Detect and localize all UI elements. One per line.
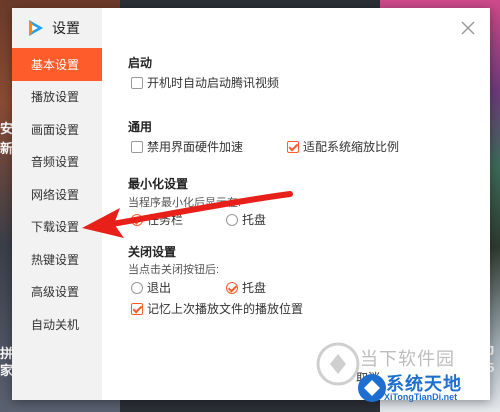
close-exit-label: 退出 xyxy=(147,281,172,295)
nav-item-auto-shutdown[interactable]: 自动关机 xyxy=(12,308,102,341)
minimize-taskbar-radio-row[interactable]: 任务栏 xyxy=(131,211,183,228)
scale-checkbox[interactable] xyxy=(287,140,299,153)
section-title-close: 关闭设置 xyxy=(128,245,177,259)
hw-accel-checkbox-row[interactable]: 禁用界面硬件加速 xyxy=(131,138,243,155)
nav-item-playback[interactable]: 播放设置 xyxy=(12,81,102,114)
scale-checkbox-row[interactable]: 适配系统缩放比例 xyxy=(287,138,399,155)
remember-position-label: 记忆上次播放文件的播放位置 xyxy=(147,302,304,316)
dialog-title-bar: 设置 xyxy=(26,16,80,40)
close-exit-radio-row[interactable]: 退出 xyxy=(131,279,171,296)
minimize-tray-radio-row[interactable]: 托盘 xyxy=(226,211,266,228)
autostart-label: 开机时自动启动腾讯视频 xyxy=(147,76,280,90)
remember-position-checkbox[interactable] xyxy=(131,302,143,315)
nav-item-basic[interactable]: 基本设置 xyxy=(12,48,102,81)
autostart-checkbox[interactable] xyxy=(131,76,143,89)
nav-item-label: 高级设置 xyxy=(31,285,80,300)
close-exit-radio[interactable] xyxy=(131,281,143,294)
nav-item-audio[interactable]: 音频设置 xyxy=(12,146,102,179)
minimize-taskbar-radio[interactable] xyxy=(131,213,143,226)
nav-item-label: 网络设置 xyxy=(31,187,80,202)
hw-accel-checkbox[interactable] xyxy=(131,140,143,153)
scale-label: 适配系统缩放比例 xyxy=(303,140,400,154)
nav-item-label: 基本设置 xyxy=(31,57,80,72)
nav-item-label: 画面设置 xyxy=(31,122,80,137)
section-title-startup: 启动 xyxy=(128,56,153,70)
settings-sidebar: 设置 基本设置 播放设置 画面设置 音频设置 网络设置 下载设置 热键设置 高级… xyxy=(12,8,102,400)
minimize-taskbar-label: 任务栏 xyxy=(147,213,184,227)
section-title-minimize: 最小化设置 xyxy=(128,177,189,191)
nav-item-display[interactable]: 画面设置 xyxy=(12,113,102,146)
close-hint: 当点击关闭按钮后: xyxy=(128,264,220,276)
remember-position-checkbox-row[interactable]: 记忆上次播放文件的播放位置 xyxy=(131,300,303,317)
close-icon[interactable] xyxy=(460,20,476,36)
nav-item-label: 播放设置 xyxy=(31,90,80,105)
nav-item-label: 自动关机 xyxy=(31,317,80,332)
dialog-title: 设置 xyxy=(52,20,80,36)
nav-item-label: 音频设置 xyxy=(31,155,80,170)
close-tray-label: 托盘 xyxy=(242,281,267,295)
settings-nav: 基本设置 播放设置 画面设置 音频设置 网络设置 下载设置 热键设置 高级设置 … xyxy=(12,48,102,341)
nav-item-label: 下载设置 xyxy=(31,220,80,235)
watermark-url: XiTongTianDi.net xyxy=(384,392,458,402)
minimize-tray-label: 托盘 xyxy=(242,213,267,227)
hw-accel-label: 禁用界面硬件加速 xyxy=(147,140,244,154)
close-tray-radio-row[interactable]: 托盘 xyxy=(226,279,266,296)
nav-item-label: 热键设置 xyxy=(31,252,80,267)
section-title-general: 通用 xyxy=(128,120,153,134)
autostart-checkbox-row[interactable]: 开机时自动启动腾讯视频 xyxy=(131,74,279,91)
nav-item-network[interactable]: 网络设置 xyxy=(12,178,102,211)
watermark-text-top: 当下软件园 xyxy=(360,349,455,369)
minimize-tray-radio[interactable] xyxy=(226,213,238,226)
nav-item-hotkeys[interactable]: 热键设置 xyxy=(12,243,102,276)
nav-item-advanced[interactable]: 高级设置 xyxy=(12,276,102,309)
close-tray-radio[interactable] xyxy=(226,281,238,294)
minimize-hint: 当程序最小化后显示在: xyxy=(128,197,242,209)
nav-item-download[interactable]: 下载设置 xyxy=(12,211,102,244)
tencent-video-logo-icon xyxy=(29,20,43,36)
